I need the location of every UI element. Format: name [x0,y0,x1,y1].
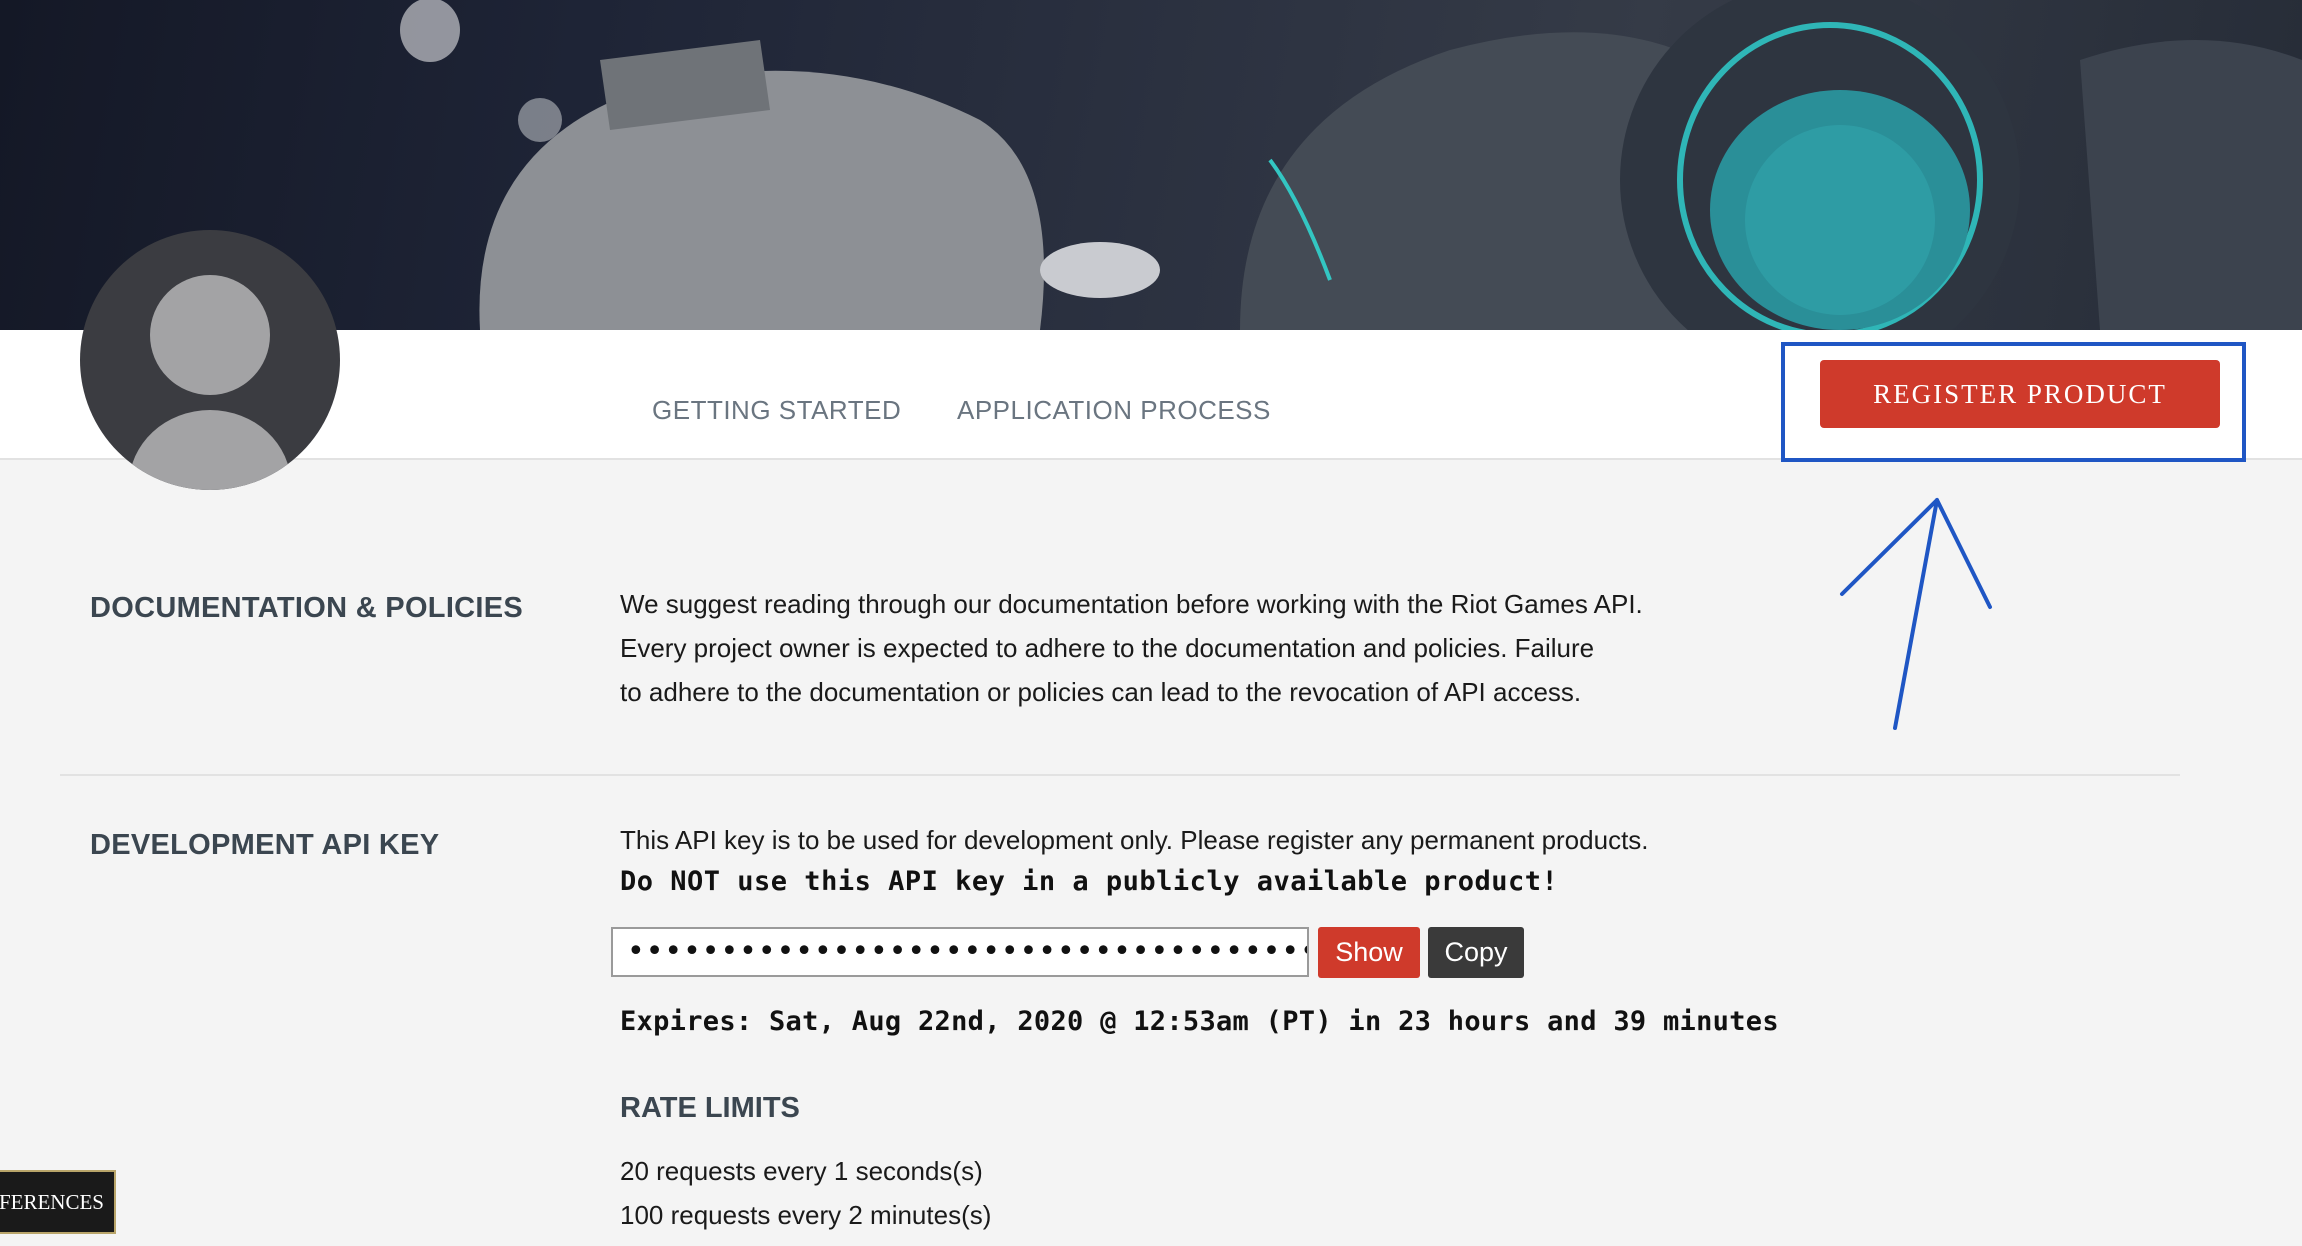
rate-limit-item: 100 requests every 2 minutes(s) [620,1200,992,1230]
avatar-body-shape [129,410,291,490]
key-expiry-text: Expires: Sat, Aug 22nd, 2020 @ 12:53am (… [620,1006,1779,1037]
rate-limits-heading: RATE LIMITS [620,1092,800,1124]
section-divider [60,774,2180,776]
avatar-head-shape [150,275,270,395]
cookie-preferences-button[interactable]: FERENCES [0,1170,116,1234]
development-api-key-heading: DEVELOPMENT API KEY [90,829,440,861]
banner-artwork [400,0,2302,330]
dev-key-note: This API key is to be used for developme… [620,825,1649,855]
register-product-button[interactable]: REGISTER PRODUCT [1820,360,2220,428]
api-key-field[interactable]: ••••••••••••••••••••••••••••••••••••••••… [611,927,1309,977]
tab-getting-started[interactable]: GETTING STARTED [652,395,901,426]
tab-application-process[interactable]: APPLICATION PROCESS [957,395,1271,426]
avatar[interactable] [80,230,340,490]
documentation-policies-heading: DOCUMENTATION & POLICIES [90,592,524,624]
documentation-line: to adhere to the documentation or polici… [620,677,1582,707]
documentation-line: We suggest reading through our documenta… [620,589,1643,619]
hero-banner [0,0,2302,330]
copy-key-button[interactable]: Copy [1428,927,1524,978]
rate-limit-item: 20 requests every 1 seconds(s) [620,1156,983,1186]
documentation-line: Every project owner is expected to adher… [620,633,1595,663]
dev-key-warning: Do NOT use this API key in a publicly av… [620,866,1559,897]
documentation-description: We suggest reading through our documenta… [620,582,1740,714]
show-key-button[interactable]: Show [1318,927,1420,978]
